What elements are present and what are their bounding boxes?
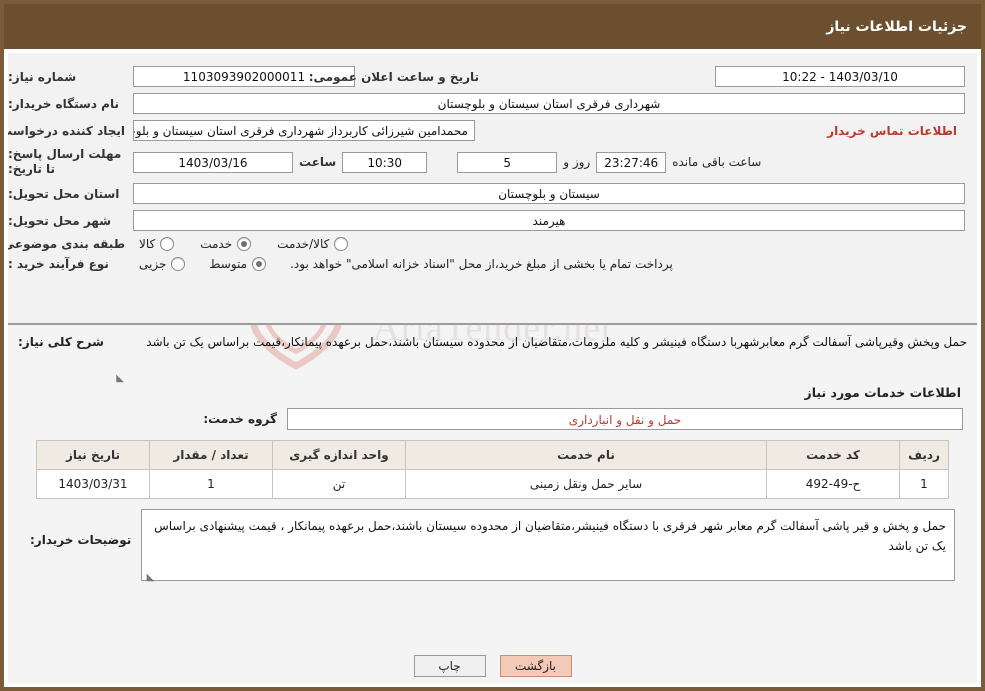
col-row: ردیف (899, 440, 949, 470)
requester-label: ایجاد کننده درخواست: (8, 123, 125, 138)
cell-requester-field: محمدامین شیرزائی کاربرداز شهرداری فرقری … (129, 117, 479, 144)
cell-category-radios: کالا/خدمت خدمت کالا (129, 234, 969, 254)
print-button[interactable]: چاپ (413, 655, 486, 677)
col-name: نام خدمت (405, 440, 767, 470)
row-purchase-type: پرداخت تمام یا بخشی از مبلغ خرید،از محل … (8, 254, 969, 274)
col-qty: تعداد / مقدار (149, 440, 273, 470)
service-group-link[interactable]: حمل و نقل و انبارداری (569, 413, 681, 427)
remaining-suffix: ساعت باقی مانده (672, 155, 762, 169)
services-table-wrap: ردیف کد خدمت نام خدمت واحد اندازه گیری ت… (8, 440, 977, 499)
service-group-label: گروه خدمت: (203, 412, 277, 426)
category-option-service[interactable]: خدمت (200, 237, 252, 251)
cell-qty: 1 (149, 469, 273, 499)
cell-name: سایر حمل ونقل زمینی (405, 469, 767, 499)
services-section-title: اطلاعات خدمات مورد نیاز (804, 385, 962, 400)
row-category: کالا/خدمت خدمت کالا طبقه بندی موضوعی: (8, 234, 969, 254)
hour-label: ساعت (299, 155, 337, 169)
city-label: شهر محل تحویل: (8, 213, 112, 228)
row-requester: اطلاعات تماس خریدار محمدامین شیرزائی کار… (8, 117, 969, 144)
category-label: طبقه بندی موضوعی: (8, 237, 125, 251)
resize-handle-icon[interactable]: ◣ (144, 568, 155, 583)
description-text: حمل وپخش وقیرپاشی آسفالت گرم معابرشهربا … (146, 335, 967, 349)
radio-icon[interactable] (334, 237, 349, 251)
radio-icon[interactable] (160, 237, 175, 251)
need-number-label: شماره نیاز: (8, 69, 77, 84)
deadline-label: مهلت ارسال پاسخ: تا تاریخ: (8, 147, 122, 176)
page-frame: جزئیات اطلاعات نیاز AriaTender.net 1403/… (0, 0, 985, 691)
purchase-type-label-1: متوسط (209, 257, 248, 271)
cell-code: ح-49-492 (766, 469, 900, 499)
province-label: استان محل تحویل: (8, 186, 120, 201)
col-date: تاریخ نیاز (36, 440, 150, 470)
buyer-notes-text: حمل و پخش و قیر پاشی آسفالت گرم معابر شه… (154, 519, 946, 553)
buyer-org-value: شهرداری فرقری استان سیستان و بلوچستان (133, 93, 965, 114)
service-group-row: گروه خدمت: حمل و نقل و انبارداری (18, 408, 967, 430)
row-buyer-org: شهرداری فرقری استان سیستان و بلوچستان نا… (8, 90, 969, 117)
category-option-goods[interactable]: کالا (139, 237, 175, 251)
col-code: کد خدمت (766, 440, 900, 470)
need-description-section: شرح کلی نیاز: حمل وپخش وقیرپاشی آسفالت گ… (8, 325, 977, 430)
table-row: 1 ح-49-492 سایر حمل ونقل زمینی تن 1 1403… (36, 469, 949, 499)
description-text-box: حمل وپخش وقیرپاشی آسفالت گرم معابرشهربا … (112, 333, 967, 384)
province-value: سیستان و بلوچستان (133, 183, 965, 204)
cell-buyer-org-field: شهرداری فرقری استان سیستان و بلوچستان (129, 90, 969, 117)
remaining-days-label: روز و (563, 155, 591, 169)
services-table: ردیف کد خدمت نام خدمت واحد اندازه گیری ت… (36, 440, 949, 499)
service-group-field: حمل و نقل و انبارداری (287, 408, 963, 430)
cell-announce-datetime-field: 1403/03/10 - 10:22 (479, 63, 969, 90)
category-option-label-1: خدمت (200, 237, 233, 251)
buyer-notes-label: توضیحات خریدار: (30, 533, 132, 547)
footer-buttons: بازگشت چاپ (8, 655, 977, 677)
announce-datetime-value: 1403/03/10 - 10:22 (715, 66, 965, 87)
requester-value: محمدامین شیرزائی کاربرداز شهرداری فرقری … (133, 120, 475, 141)
description-label: شرح کلی نیاز: (18, 335, 104, 349)
purchase-type-label: نوع فرآیند خرید : (8, 257, 109, 271)
deadline-hour-value: 10:30 (342, 151, 428, 173)
purchase-type-label-0: جزیی (139, 257, 167, 271)
cell-date: 1403/03/31 (36, 469, 150, 499)
cell-city-field: هیرمند (129, 207, 969, 234)
cell-province-field: سیستان و بلوچستان (129, 180, 969, 207)
back-button[interactable]: بازگشت (499, 655, 572, 677)
deadline-date-value: 1403/03/16 (133, 151, 293, 173)
buyer-notes-box: حمل و پخش و قیر پاشی آسفالت گرم معابر شه… (141, 509, 955, 583)
need-info-panel: 1403/03/10 - 10:22 تاریخ و ساعت اعلان عم… (8, 53, 977, 325)
purchase-type-option-minor[interactable]: جزیی (139, 257, 186, 271)
remaining-time-value: 23:27:46 (596, 151, 667, 173)
row-need-number: 1403/03/10 - 10:22 تاریخ و ساعت اعلان عم… (8, 63, 969, 90)
cell-purchase-type: پرداخت تمام یا بخشی از مبلغ خرید،از محل … (129, 254, 969, 274)
cell-unit: تن (272, 469, 406, 499)
purchase-type-option-medium[interactable]: متوسط (209, 257, 267, 271)
row-deadline: ساعت باقی مانده 23:27:46 روز و 5 10:30 س… (8, 144, 969, 180)
row-province: سیستان و بلوچستان استان محل تحویل: (8, 180, 969, 207)
remaining-days-value: 5 (457, 151, 558, 173)
page-header: جزئیات اطلاعات نیاز (4, 4, 981, 49)
category-option-goods-service[interactable]: کالا/خدمت (277, 237, 349, 251)
cell-row: 1 (899, 469, 949, 499)
category-option-label-2: کالا/خدمت (277, 237, 330, 251)
city-value: هیرمند (133, 210, 965, 231)
buyer-notes-row: توضیحات خریدار: حمل و پخش و قیر پاشی آسف… (8, 499, 977, 583)
cell-contact-link: اطلاعات تماس خریدار (479, 117, 969, 144)
buyer-contact-link[interactable]: اطلاعات تماس خریدار (827, 124, 965, 138)
need-info-table: 1403/03/10 - 10:22 تاریخ و ساعت اعلان عم… (8, 63, 969, 274)
purchase-note: پرداخت تمام یا بخشی از مبلغ خرید،از محل … (290, 257, 673, 271)
row-city: هیرمند شهر محل تحویل: (8, 207, 969, 234)
radio-icon-selected[interactable] (237, 237, 252, 251)
buyer-org-label: نام دستگاه خریدار: (8, 96, 119, 111)
radio-icon[interactable] (171, 257, 186, 271)
page-body: AriaTender.net 1403/03/10 - 10:22 تاریخ … (8, 53, 977, 683)
table-header-row: ردیف کد خدمت نام خدمت واحد اندازه گیری ت… (36, 440, 949, 470)
category-radio-group[interactable]: کالا/خدمت خدمت کالا (133, 237, 965, 251)
cell-deadline-fields: ساعت باقی مانده 23:27:46 روز و 5 10:30 س… (129, 144, 969, 180)
col-unit: واحد اندازه گیری (272, 440, 406, 470)
page-title: جزئیات اطلاعات نیاز (826, 18, 967, 35)
description-row: شرح کلی نیاز: حمل وپخش وقیرپاشی آسفالت گ… (18, 333, 967, 384)
resize-handle-icon[interactable]: ◣ (114, 369, 124, 384)
category-option-label-0: کالا (139, 237, 156, 251)
radio-icon-selected[interactable] (252, 257, 267, 271)
announce-datetime-label: تاریخ و ساعت اعلان عمومی: (308, 69, 479, 84)
